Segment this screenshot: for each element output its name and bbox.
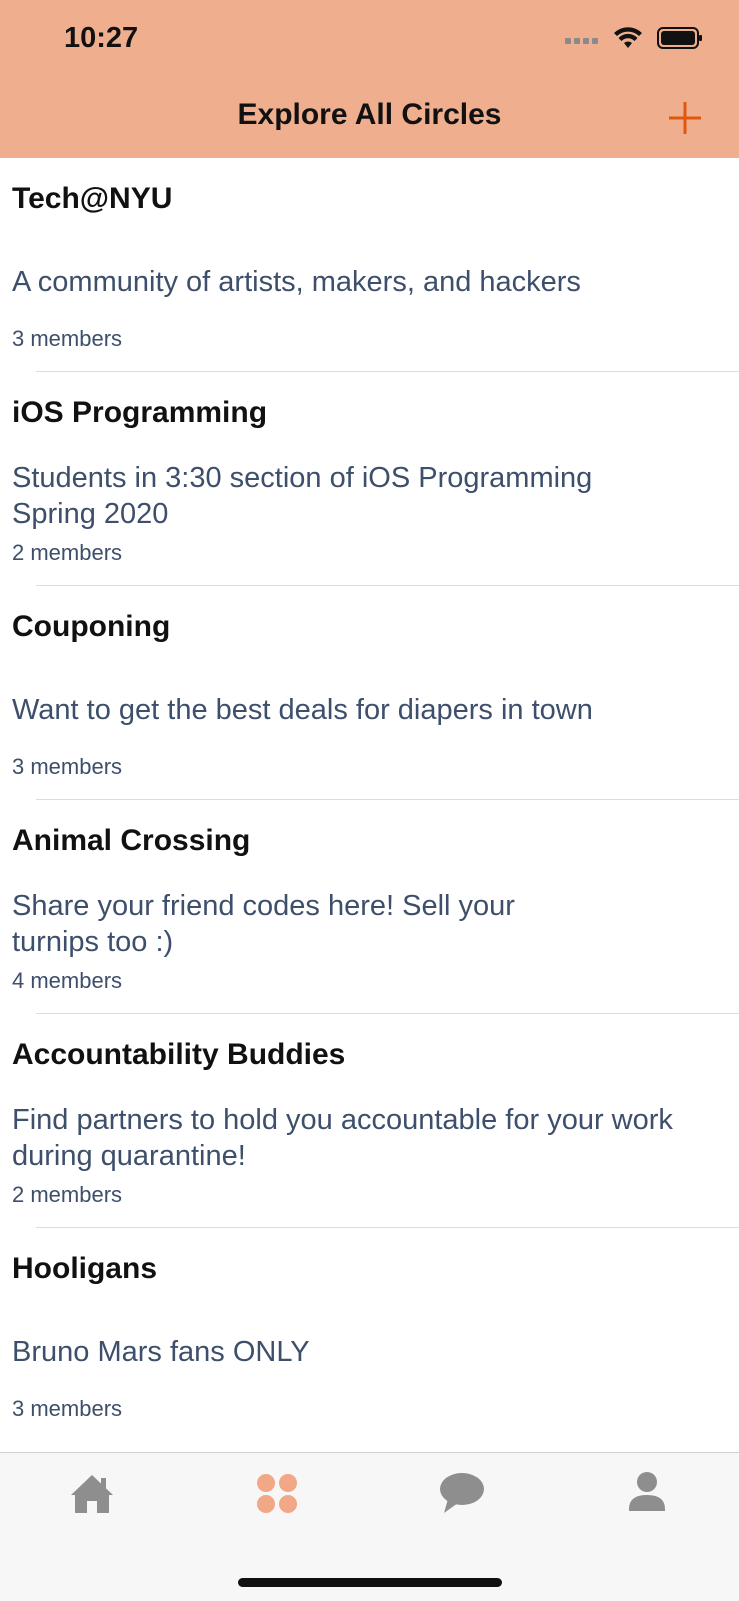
circle-member-count: 4 members bbox=[12, 968, 123, 993]
circle-row[interactable]: iOS Programming Students in 3:30 section… bbox=[0, 372, 739, 586]
circle-row[interactable]: Accountability Buddies Find partners to … bbox=[0, 1014, 739, 1228]
tab-home[interactable] bbox=[68, 1469, 116, 1517]
circle-row[interactable]: Animal Crossing Share your friend codes … bbox=[0, 800, 739, 1014]
circle-description: Share your friend codes here! Sell your … bbox=[12, 890, 515, 958]
circle-description: A community of artists, makers, and hack… bbox=[12, 266, 581, 298]
status-icons bbox=[565, 26, 703, 54]
signal-icon bbox=[565, 31, 599, 49]
nav-bar: 10:27 Explore All Circles bbox=[0, 0, 739, 158]
tab-profile[interactable] bbox=[623, 1469, 671, 1517]
home-indicator bbox=[238, 1578, 502, 1587]
circle-row[interactable]: Couponing Want to get the best deals for… bbox=[0, 586, 739, 800]
circle-member-count: 3 members bbox=[12, 754, 123, 779]
chat-icon bbox=[440, 1473, 484, 1513]
circle-name: Couponing bbox=[12, 610, 171, 643]
circle-name: Accountability Buddies bbox=[12, 1038, 346, 1071]
circle-description: Want to get the best deals for diapers i… bbox=[12, 694, 593, 726]
battery-icon bbox=[657, 26, 703, 55]
tab-circles[interactable] bbox=[253, 1469, 301, 1517]
circle-member-count: 2 members bbox=[12, 540, 123, 565]
circle-member-count: 3 members bbox=[12, 326, 123, 351]
tab-chats[interactable] bbox=[438, 1469, 486, 1517]
circle-member-count: 3 members bbox=[12, 1396, 123, 1421]
profile-icon bbox=[629, 1472, 665, 1511]
plus-icon bbox=[669, 102, 701, 134]
add-circle-button[interactable] bbox=[667, 100, 703, 136]
circle-row[interactable]: Hooligans Bruno Mars fans ONLY 3 members bbox=[0, 1228, 739, 1442]
circle-name: Animal Crossing bbox=[12, 824, 251, 857]
circle-description: Students in 3:30 section of iOS Programm… bbox=[12, 462, 593, 530]
circle-description: Find partners to hold you accountable fo… bbox=[12, 1104, 673, 1172]
circle-name: Hooligans bbox=[12, 1252, 158, 1285]
circle-description: Bruno Mars fans ONLY bbox=[12, 1336, 310, 1368]
home-icon bbox=[71, 1475, 113, 1513]
circle-row[interactable]: Tech@NYU A community of artists, makers,… bbox=[0, 158, 739, 372]
circle-name: iOS Programming bbox=[12, 396, 268, 429]
circles-icon bbox=[257, 1474, 297, 1513]
page-title: Explore All Circles bbox=[237, 98, 502, 131]
circle-member-count: 2 members bbox=[12, 1182, 123, 1207]
circle-name: Tech@NYU bbox=[12, 182, 173, 215]
circles-list: Tech@NYU A community of artists, makers,… bbox=[0, 158, 739, 1452]
status-time: 10:27 bbox=[64, 22, 139, 54]
wifi-icon bbox=[613, 26, 643, 55]
